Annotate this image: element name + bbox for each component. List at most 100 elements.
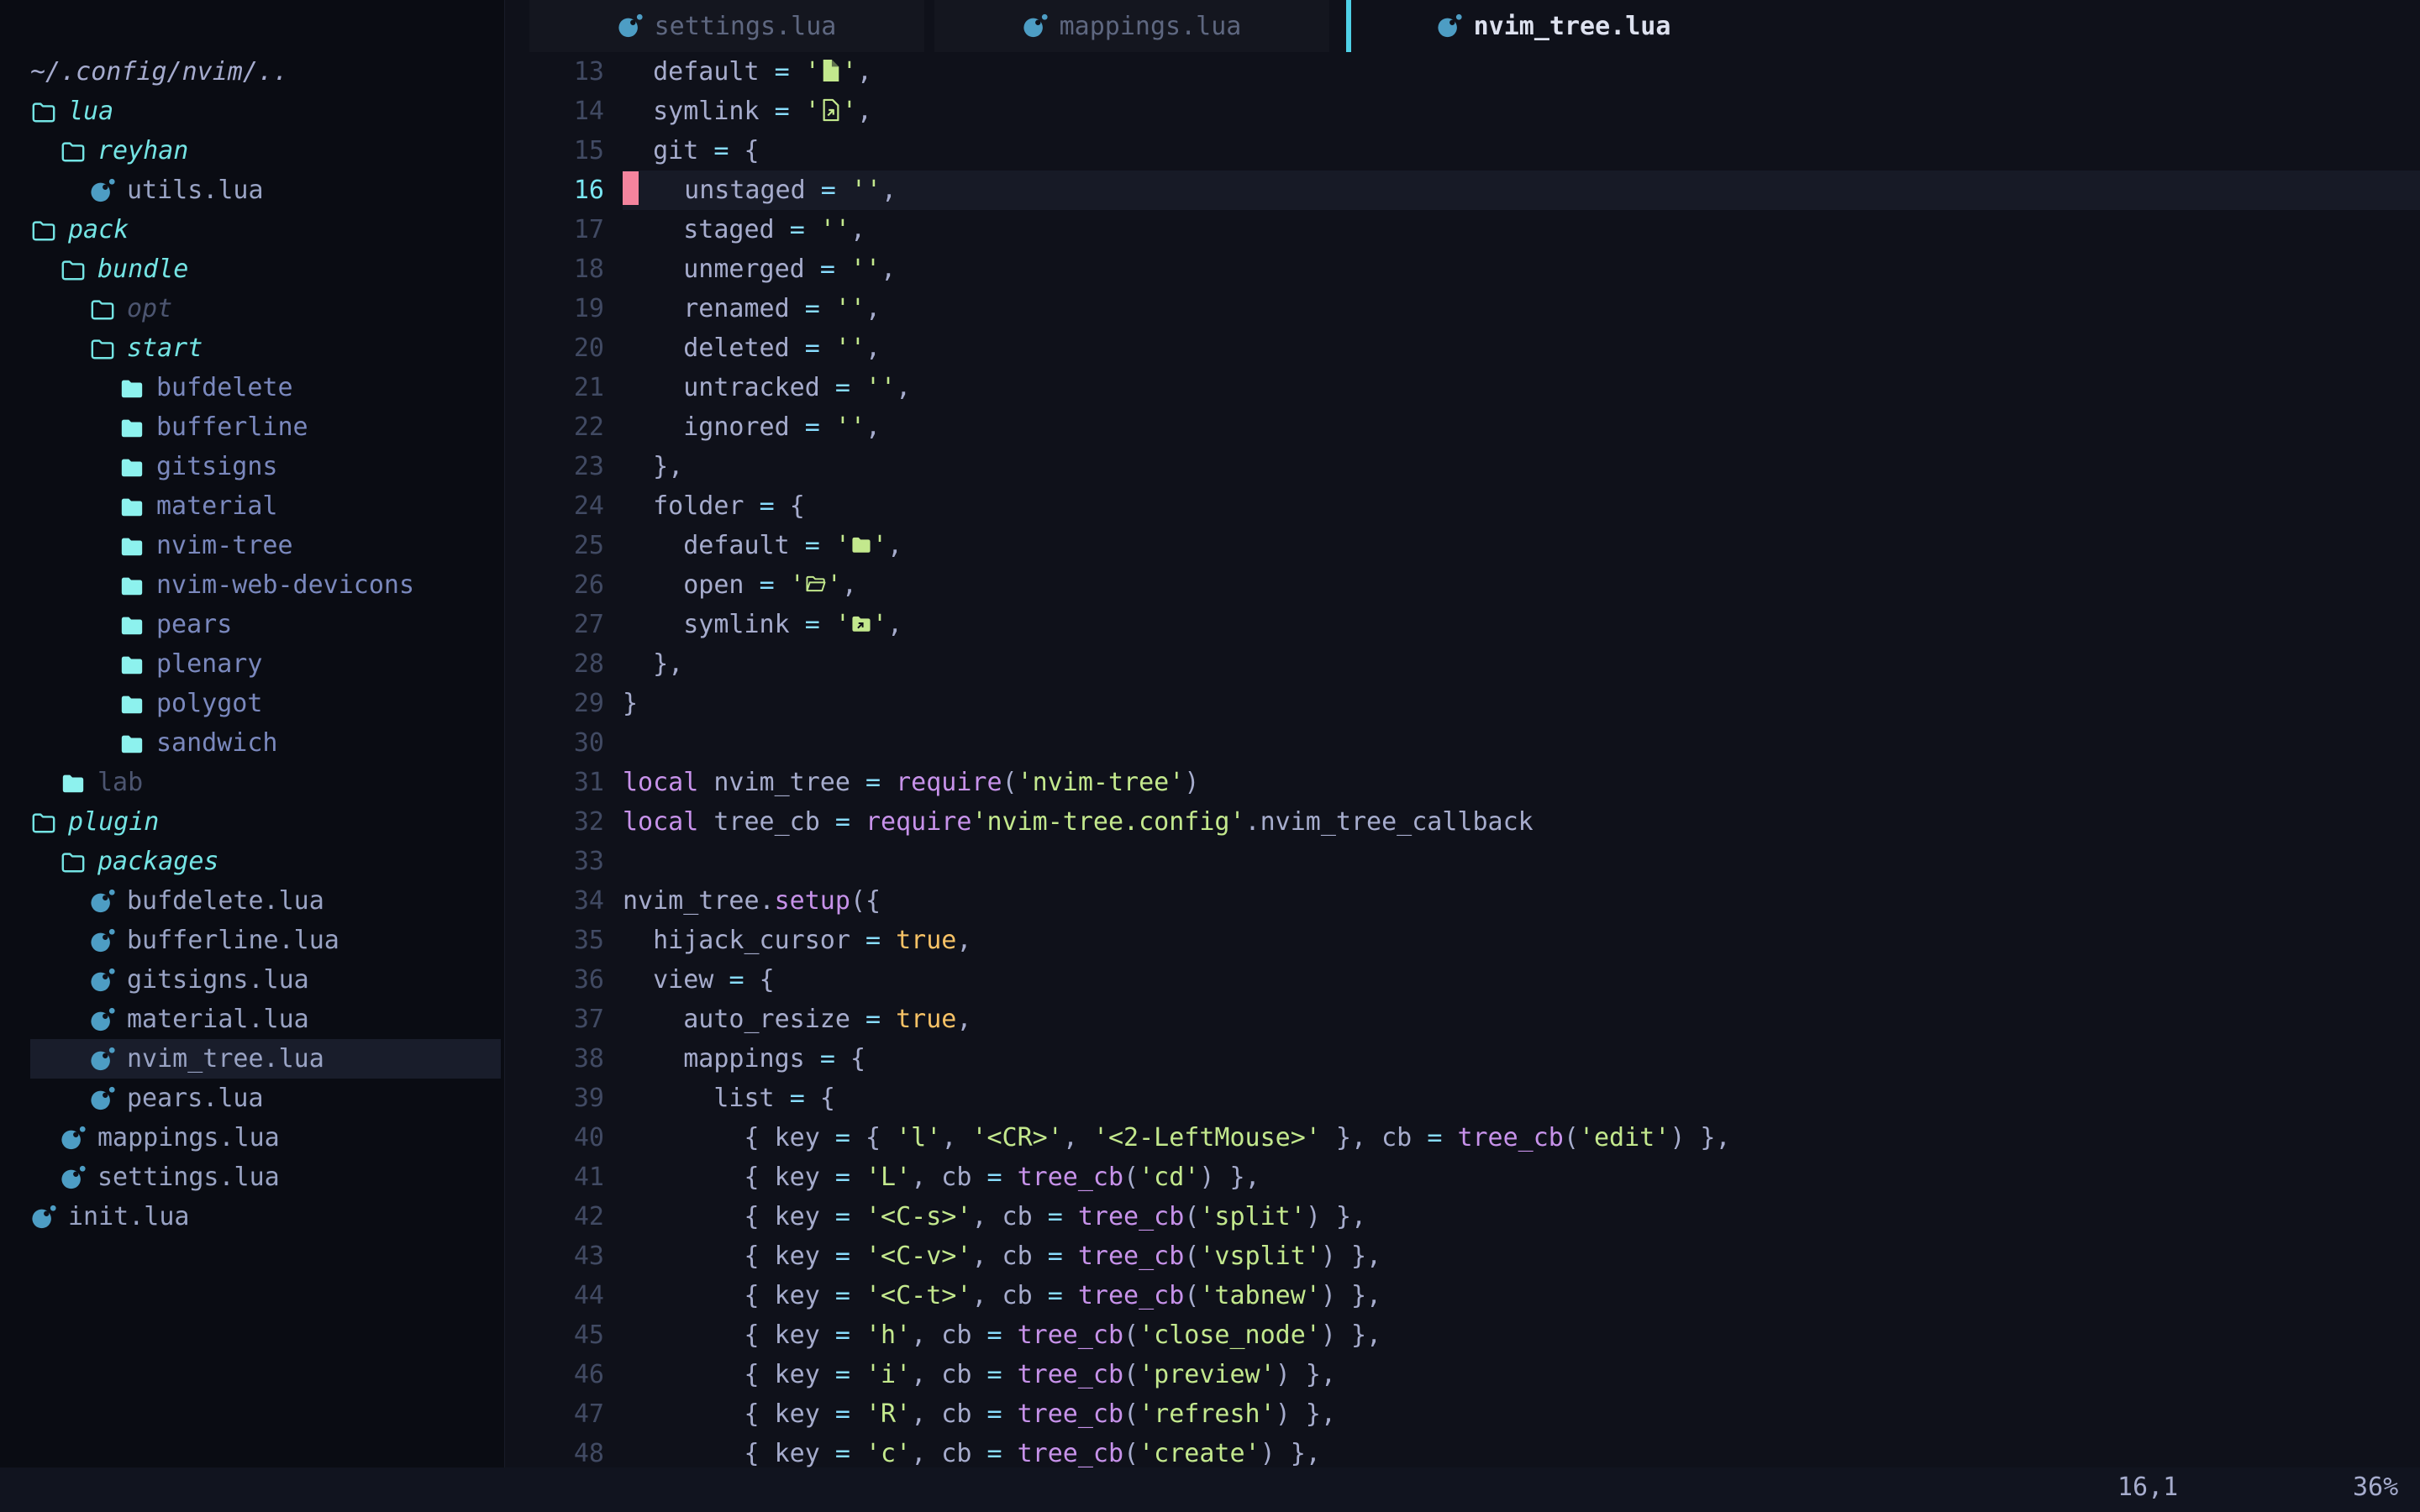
code-line-22: 22 ignored = '', bbox=[505, 407, 2420, 447]
tree-item-opt[interactable]: opt bbox=[0, 289, 504, 328]
tree-item-settings.lua[interactable]: settings.lua bbox=[0, 1158, 504, 1197]
line-text[interactable]: { key = 'c', cb = tree_cb('create') }, bbox=[623, 1434, 2420, 1467]
tree-item-pack[interactable]: pack bbox=[0, 210, 504, 249]
line-number: 44 bbox=[505, 1276, 623, 1315]
line-text[interactable]: { key = '<C-s>', cb = tree_cb('split') }… bbox=[623, 1197, 2420, 1236]
line-text[interactable]: { key = 'h', cb = tree_cb('close_node') … bbox=[623, 1315, 2420, 1355]
line-text[interactable]: { key = '<C-t>', cb = tree_cb('tabnew') … bbox=[623, 1276, 2420, 1315]
line-text[interactable]: list = { bbox=[623, 1079, 2420, 1118]
code-token: default bbox=[623, 57, 775, 87]
line-text[interactable]: local nvim_tree = require('nvim-tree') bbox=[623, 763, 2420, 802]
code-token: open bbox=[623, 570, 760, 600]
line-text[interactable]: git = { bbox=[623, 131, 2420, 171]
line-text[interactable]: view = { bbox=[623, 960, 2420, 1000]
code-token: = bbox=[760, 491, 790, 521]
line-text[interactable]: { key = 'L', cb = tree_cb('cd') }, bbox=[623, 1158, 2420, 1197]
code-token: unmerged bbox=[623, 255, 820, 284]
code-token: , cb bbox=[971, 1281, 1047, 1310]
tree-item-nvim_tree.lua[interactable]: nvim_tree.lua bbox=[30, 1039, 501, 1079]
tree-item-label: pack bbox=[68, 215, 129, 244]
line-number: 42 bbox=[505, 1197, 623, 1236]
line-text[interactable]: { key = 'i', cb = tree_cb('preview') }, bbox=[623, 1355, 2420, 1394]
line-text[interactable]: } bbox=[623, 684, 2420, 723]
tree-item-plenary[interactable]: plenary bbox=[0, 644, 504, 684]
tree-item-nvim-tree[interactable]: nvim-tree bbox=[0, 526, 504, 565]
code-token: { key bbox=[623, 1202, 835, 1231]
tab-nvim_tree.lua[interactable]: nvim_tree.lua bbox=[1356, 0, 1751, 52]
code-line-46: 46 { key = 'i', cb = tree_cb('preview') … bbox=[505, 1355, 2420, 1394]
line-text[interactable]: auto_resize = true, bbox=[623, 1000, 2420, 1039]
tree-item-lua[interactable]: lua bbox=[0, 92, 504, 131]
line-text[interactable]: { key = 'R', cb = tree_cb('refresh') }, bbox=[623, 1394, 2420, 1434]
code-token: = bbox=[835, 1281, 865, 1310]
line-text[interactable]: unstaged = '', bbox=[623, 171, 2420, 210]
line-text[interactable]: untracked = '', bbox=[623, 368, 2420, 407]
line-text[interactable]: }, bbox=[623, 447, 2420, 486]
line-text[interactable]: local tree_cb = require'nvim-tree.config… bbox=[623, 802, 2420, 842]
tab-mappings.lua[interactable]: mappings.lua bbox=[934, 0, 1329, 52]
line-text[interactable]: folder = { bbox=[623, 486, 2420, 526]
line-text[interactable]: mappings = { bbox=[623, 1039, 2420, 1079]
tree-item-bufferline[interactable]: bufferline bbox=[0, 407, 504, 447]
tree-item-lab[interactable]: lab bbox=[0, 763, 504, 802]
code-token: ) }, bbox=[1276, 1399, 1336, 1429]
tree-item-nvim-web-devicons[interactable]: nvim-web-devicons bbox=[0, 565, 504, 605]
tree-item-polygot[interactable]: polygot bbox=[0, 684, 504, 723]
tree-item-material[interactable]: material bbox=[0, 486, 504, 526]
line-text[interactable]: symlink = '', bbox=[623, 92, 2420, 131]
code-token: , cb bbox=[971, 1202, 1047, 1231]
tree-item-bufdelete.lua[interactable]: bufdelete.lua bbox=[0, 881, 504, 921]
tree-item-bufferline.lua[interactable]: bufferline.lua bbox=[0, 921, 504, 960]
code-token: = bbox=[835, 1242, 865, 1271]
line-text[interactable]: default = '', bbox=[623, 526, 2420, 565]
tree-item-~/.config/nvim/..[interactable]: ~/.config/nvim/.. bbox=[0, 52, 504, 92]
tree-item-reyhan[interactable]: reyhan bbox=[0, 131, 504, 171]
tree-item-bufdelete[interactable]: bufdelete bbox=[0, 368, 504, 407]
line-text[interactable]: symlink = '', bbox=[623, 605, 2420, 644]
line-text[interactable]: ignored = '', bbox=[623, 407, 2420, 447]
code-token: ) }, bbox=[1306, 1202, 1366, 1231]
tree-item-gitsigns.lua[interactable]: gitsigns.lua bbox=[0, 960, 504, 1000]
tab-settings.lua[interactable]: settings.lua bbox=[529, 0, 924, 52]
line-text[interactable]: unmerged = '', bbox=[623, 249, 2420, 289]
line-text[interactable]: renamed = '', bbox=[623, 289, 2420, 328]
tree-item-sandwich[interactable]: sandwich bbox=[0, 723, 504, 763]
tree-item-pears[interactable]: pears bbox=[0, 605, 504, 644]
tree-item-label: bufdelete bbox=[156, 373, 293, 402]
code-line-38: 38 mappings = { bbox=[505, 1039, 2420, 1079]
code-token: , cb bbox=[911, 1163, 986, 1192]
tree-item-packages[interactable]: packages bbox=[0, 842, 504, 881]
code-token: 'l' bbox=[896, 1123, 941, 1152]
tree-item-material.lua[interactable]: material.lua bbox=[0, 1000, 504, 1039]
code-token: { bbox=[790, 491, 805, 521]
line-text[interactable]: staged = '', bbox=[623, 210, 2420, 249]
line-text[interactable]: default = '', bbox=[623, 52, 2420, 92]
tree-item-start[interactable]: start bbox=[0, 328, 504, 368]
line-text[interactable] bbox=[623, 842, 2420, 881]
code-token: default bbox=[623, 531, 805, 560]
line-text[interactable]: deleted = '', bbox=[623, 328, 2420, 368]
tree-item-init.lua[interactable]: init.lua bbox=[0, 1197, 504, 1236]
line-text[interactable]: open = '', bbox=[623, 565, 2420, 605]
tree-item-utils.lua[interactable]: utils.lua bbox=[0, 171, 504, 210]
line-number: 32 bbox=[505, 802, 623, 842]
tree-item-label: pears bbox=[156, 610, 232, 639]
line-text[interactable] bbox=[623, 723, 2420, 763]
tree-item-label: bundle bbox=[97, 255, 188, 284]
line-text[interactable]: hijack_cursor = true, bbox=[623, 921, 2420, 960]
tree-item-gitsigns[interactable]: gitsigns bbox=[0, 447, 504, 486]
tree-item-bundle[interactable]: bundle bbox=[0, 249, 504, 289]
tree-item-label: material bbox=[156, 491, 278, 521]
line-text[interactable]: nvim_tree.setup({ bbox=[623, 881, 2420, 921]
code-area[interactable]: 13 default = '',14 symlink = '',15 git =… bbox=[505, 52, 2420, 1467]
line-text[interactable]: }, bbox=[623, 644, 2420, 684]
tree-item-mappings.lua[interactable]: mappings.lua bbox=[0, 1118, 504, 1158]
line-text[interactable]: { key = '<C-v>', cb = tree_cb('vsplit') … bbox=[623, 1236, 2420, 1276]
line-number: 47 bbox=[505, 1394, 623, 1434]
line-text[interactable]: { key = { 'l', '<CR>', '<2-LeftMouse>' }… bbox=[623, 1118, 2420, 1158]
tree-item-plugin[interactable]: plugin bbox=[0, 802, 504, 842]
code-token: staged bbox=[623, 215, 790, 244]
tree-item-pears.lua[interactable]: pears.lua bbox=[0, 1079, 504, 1118]
code-token: 'vsplit' bbox=[1199, 1242, 1321, 1271]
code-token: tree_cb bbox=[1018, 1163, 1123, 1192]
